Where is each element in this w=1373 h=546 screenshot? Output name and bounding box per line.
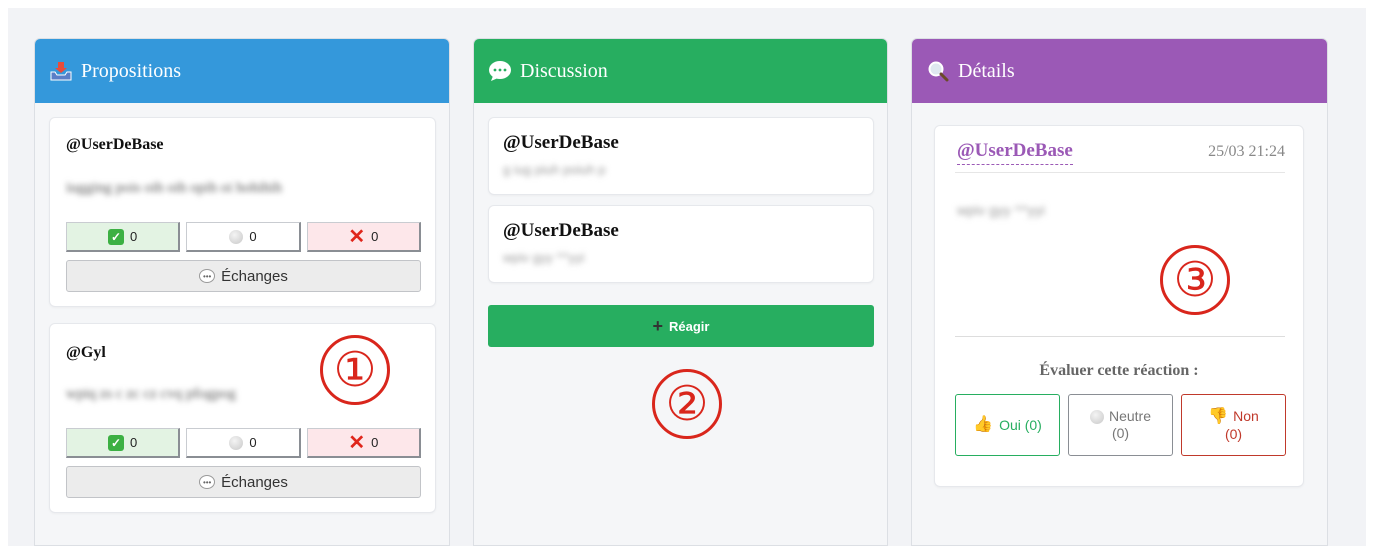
exchanges-label: Échanges — [221, 473, 288, 491]
proposition-text: iugging pois oih oih opih oi hohihih — [66, 180, 282, 196]
vote-neutral-count: 0 — [249, 435, 257, 450]
plus-icon: + — [652, 315, 664, 336]
vote-no-count: 0 — [371, 229, 379, 244]
proposition-user: @UserDeBase — [66, 136, 164, 153]
discussion-item[interactable]: @UserDeBase wpiv gyy ^^yyi — [488, 205, 874, 283]
check-icon: ✓ — [108, 434, 125, 451]
cross-icon: ✕ — [348, 225, 366, 248]
discussion-text: g iug piuh poiuh p — [503, 162, 606, 177]
details-text: wpiv gyy ^^yyi — [957, 202, 1045, 218]
vote-no-button[interactable]: ✕ 0 — [306, 428, 421, 458]
rate-neutral-count: (0) — [1111, 425, 1130, 441]
vote-yes-count: 0 — [130, 435, 138, 450]
details-header: Détails — [912, 39, 1327, 103]
rate-yes-label: Oui (0) — [999, 416, 1042, 433]
exchanges-button[interactable]: ••• Échanges — [66, 260, 421, 292]
exchanges-button[interactable]: ••• Échanges — [66, 466, 421, 498]
speech-bubble-icon: ••• — [199, 269, 216, 283]
check-icon: ✓ — [108, 228, 125, 245]
annotation-number-3: ③ — [1160, 245, 1230, 315]
details-user-link[interactable]: @UserDeBase — [957, 140, 1073, 165]
vote-row: ✓ 0 0 ✕ 0 — [66, 222, 421, 252]
propositions-panel: Propositions @UserDeBase iugging pois oi… — [34, 38, 450, 546]
vote-neutral-count: 0 — [249, 229, 257, 244]
proposition-card[interactable]: @UserDeBase iugging pois oih oih opih oi… — [49, 117, 436, 307]
proposition-user: @Gyl — [66, 344, 106, 361]
annotation-number-1: ① — [320, 335, 390, 405]
cross-icon: ✕ — [348, 431, 366, 454]
rate-yes-button[interactable]: 👍 Oui (0) — [955, 394, 1060, 456]
rate-no-button[interactable]: 👎 Non (0) — [1181, 394, 1286, 456]
details-timestamp: 25/03 21:24 — [1208, 143, 1285, 160]
details-title: Détails — [958, 59, 1015, 82]
thumbs-up-icon: 👍 — [973, 416, 994, 434]
vote-yes-button[interactable]: ✓ 0 — [66, 428, 181, 458]
vote-no-count: 0 — [371, 435, 379, 450]
discussion-user: @UserDeBase — [503, 132, 619, 153]
magnifier-icon — [926, 59, 950, 83]
propositions-header: Propositions — [35, 39, 449, 103]
vote-neutral-button[interactable]: 0 — [186, 222, 301, 252]
vote-yes-count: 0 — [130, 229, 138, 244]
speech-bubble-icon — [488, 59, 512, 83]
rate-no-count: (0) — [1224, 426, 1243, 443]
vote-neutral-button[interactable]: 0 — [186, 428, 301, 458]
vote-no-button[interactable]: ✕ 0 — [306, 222, 421, 252]
react-label: Réagir — [669, 318, 710, 334]
proposition-text: wpiq zs c zc cz cvq pfogpog — [66, 386, 236, 402]
rate-neutral-button[interactable]: Neutre (0) — [1068, 394, 1173, 456]
discussion-panel: Discussion @UserDeBase g iug piuh poiuh … — [473, 38, 888, 546]
thumbs-down-icon: 👎 — [1208, 408, 1229, 425]
discussion-text: wpiv gyy ^^yyi — [503, 250, 585, 265]
neutral-dot-icon — [1089, 409, 1104, 424]
divider — [955, 172, 1285, 173]
speech-bubble-icon: ••• — [199, 475, 216, 489]
inbox-tray-icon — [49, 59, 73, 83]
discussion-title: Discussion — [520, 59, 608, 82]
divider — [955, 336, 1285, 337]
evaluation-buttons: 👍 Oui (0) Neutre (0) 👎 Non (0) — [955, 394, 1286, 456]
rate-neutral-label: Neutre — [1108, 408, 1152, 425]
details-card: @UserDeBase 25/03 21:24 wpiv gyy ^^yyi É… — [934, 125, 1304, 487]
vote-yes-button[interactable]: ✓ 0 — [66, 222, 181, 252]
react-button[interactable]: + Réagir — [488, 305, 874, 347]
evaluate-label: Évaluer cette réaction : — [1039, 362, 1199, 379]
propositions-title: Propositions — [81, 59, 182, 82]
neutral-dot-icon — [229, 435, 244, 450]
vote-row: ✓ 0 0 ✕ 0 — [66, 428, 421, 458]
annotation-number-2: ② — [652, 369, 722, 439]
neutral-dot-icon — [229, 229, 244, 244]
discussion-item[interactable]: @UserDeBase g iug piuh poiuh p — [488, 117, 874, 195]
rate-no-label: Non — [1233, 408, 1259, 425]
discussion-header: Discussion — [474, 39, 887, 103]
details-panel: Détails @UserDeBase 25/03 21:24 wpiv gyy… — [911, 38, 1328, 546]
discussion-user: @UserDeBase — [503, 220, 619, 241]
exchanges-label: Échanges — [221, 267, 288, 285]
